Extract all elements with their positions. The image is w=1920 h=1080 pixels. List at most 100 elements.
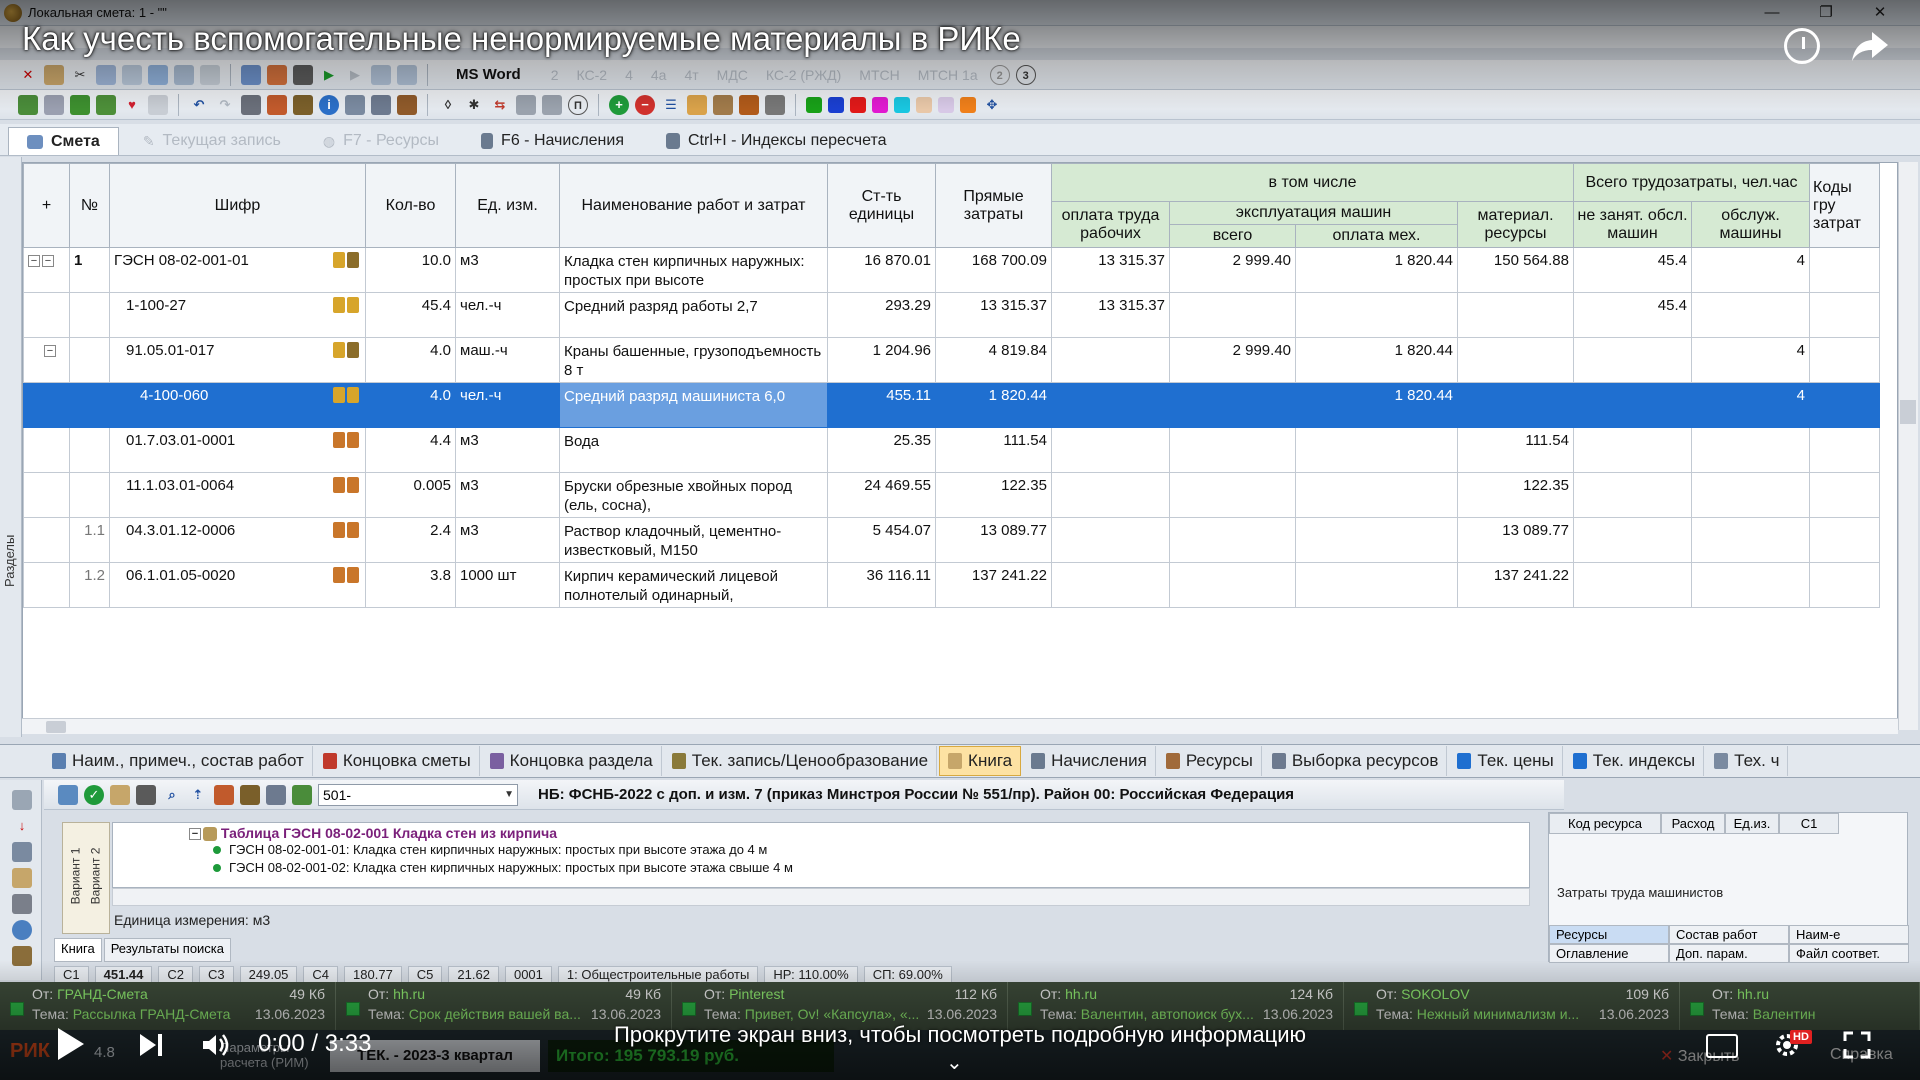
binoculars-icon[interactable] (293, 64, 313, 85)
row-expander[interactable] (23, 292, 70, 338)
col-qty[interactable]: Кол-во (365, 163, 456, 248)
row-workers-pay[interactable] (1051, 472, 1170, 518)
row-machines-total[interactable] (1169, 472, 1296, 518)
help-3-icon[interactable]: 3 (1015, 64, 1036, 85)
row-labor-service[interactable] (1691, 517, 1810, 563)
row-machines-total[interactable] (1169, 382, 1296, 428)
tools-icon[interactable] (12, 946, 32, 966)
col-unit[interactable]: Ед. изм. (455, 163, 560, 248)
col-machines-pay[interactable]: оплата мех. (1295, 224, 1458, 248)
row-machines-pay[interactable] (1295, 517, 1458, 563)
undo-icon[interactable]: ↶ (189, 95, 209, 115)
ks2-button[interactable]: КС-2 (571, 67, 614, 83)
row-labor-service[interactable] (1691, 472, 1810, 518)
row-labor-free[interactable]: 45.4 (1573, 247, 1692, 293)
eraser-icon[interactable] (44, 94, 64, 115)
row-labor-free[interactable] (1573, 517, 1692, 563)
ms-word-button[interactable]: MS Word (438, 66, 539, 83)
row-labor-service[interactable]: 4 (1691, 382, 1810, 428)
export-icon[interactable] (200, 64, 220, 85)
row-code[interactable]: 06.1.01.05-0020 (109, 562, 366, 608)
tab-book[interactable]: Книга (54, 938, 102, 962)
arrow-down-icon[interactable]: ↓ (12, 816, 32, 836)
stamp-icon[interactable] (516, 94, 536, 115)
tree-item[interactable]: ГЭСН 08-02-001-02: Кладка стен кирпичных… (189, 859, 1529, 877)
row-unit[interactable]: чел.-ч (455, 292, 560, 338)
tab-accruals[interactable]: F6 - Начисления (463, 127, 642, 155)
row-materials[interactable] (1457, 382, 1574, 428)
col-plus[interactable]: + (23, 163, 70, 248)
bottom-tab-1[interactable]: Концовка сметы (315, 746, 480, 776)
form-4-button[interactable]: 4 (619, 67, 639, 83)
hammer-icon[interactable] (739, 94, 759, 115)
tab-search-results[interactable]: Результаты поиска (103, 938, 232, 962)
add-row-icon[interactable]: + (609, 94, 629, 115)
row-code[interactable]: 11.1.03.01-0064 (109, 472, 366, 518)
eraser-icon[interactable] (12, 868, 32, 888)
mail-check-icon[interactable] (1354, 1002, 1368, 1016)
mail-check-icon[interactable] (346, 1002, 360, 1016)
book-icon[interactable] (12, 842, 32, 862)
row-direct[interactable]: 168 700.09 (935, 247, 1052, 293)
grid-vertical-scrollbar[interactable] (1898, 162, 1918, 730)
color-green-icon[interactable] (806, 96, 822, 113)
row-materials[interactable]: 13 089.77 (1457, 517, 1574, 563)
col-machines-total[interactable]: всего (1169, 224, 1296, 248)
bottom-tab-9[interactable]: Тек. индексы (1565, 746, 1705, 776)
table-row[interactable]: 01.7.03.01-0001 4.4 м3 Вода 25.35 111.54 111.5… (23, 427, 1880, 473)
watch-later-icon[interactable] (1784, 28, 1820, 64)
tab-mapping-file[interactable]: Файл соответ. (1789, 944, 1909, 963)
paste-icon[interactable] (122, 64, 142, 85)
row-unit-cost[interactable]: 25.35 (827, 427, 936, 473)
row-machines-pay[interactable] (1295, 427, 1458, 473)
row-labor-free[interactable] (1573, 472, 1692, 518)
tab-work-composition[interactable]: Состав работ (1669, 925, 1789, 944)
globe-icon[interactable] (12, 920, 32, 940)
volume-icon[interactable] (200, 1030, 230, 1060)
bottom-tab-10[interactable]: Тех. ч (1706, 746, 1789, 776)
row-workers-pay[interactable] (1051, 337, 1170, 383)
row-machines-pay[interactable]: 1 820.44 (1295, 382, 1458, 428)
eraser-icon[interactable] (110, 784, 130, 805)
table-row[interactable]: − 91.05.01-017 4.0 маш.-ч Краны башенные, гр… (23, 337, 1880, 383)
row-unit[interactable]: м3 (455, 517, 560, 563)
row-name[interactable]: Вода (559, 427, 828, 473)
grid-horizontal-scrollbar[interactable] (22, 718, 1898, 734)
row-code[interactable]: 4-100-060 (109, 382, 366, 428)
tab-contents[interactable]: Оглавление (1549, 944, 1669, 963)
calculator-icon[interactable] (345, 94, 365, 115)
col-num[interactable]: № (69, 163, 110, 248)
form-2-button[interactable]: 2 (545, 67, 565, 83)
search-icon[interactable]: ⌕ (162, 785, 182, 805)
row-machines-total[interactable] (1169, 517, 1296, 563)
row-expander[interactable] (23, 562, 70, 608)
pin-icon[interactable]: ◊ (438, 95, 458, 115)
move-icon[interactable] (241, 64, 261, 85)
col-unit[interactable]: Ед.из. (1725, 813, 1779, 834)
mds-button[interactable]: МДС (711, 67, 754, 83)
run-icon[interactable]: ▶ (319, 65, 339, 85)
norm-code-combo[interactable]: 501- (318, 783, 518, 806)
table-row[interactable]: 1.1 04.3.01.12-0006 2.4 м3 Раствор кладочный… (23, 517, 1880, 563)
row-labor-service[interactable] (1691, 292, 1810, 338)
table-row[interactable]: 4-100-060 4.0 чел.-ч Средний разряд машинис… (23, 382, 1880, 428)
play-icon[interactable] (58, 1028, 84, 1060)
col-direct[interactable]: Прямые затраты (935, 163, 1052, 248)
col-unit-cost[interactable]: Ст-ть единицы (827, 163, 936, 248)
color-magenta-icon[interactable] (872, 96, 888, 113)
row-unit[interactable]: м3 (455, 427, 560, 473)
row-unit[interactable]: маш.-ч (455, 337, 560, 383)
doc-icon[interactable] (12, 790, 32, 810)
cube-icon[interactable] (58, 784, 78, 805)
subtitles-icon[interactable] (1706, 1034, 1738, 1058)
row-direct[interactable]: 13 315.37 (935, 292, 1052, 338)
collapse-icon[interactable]: − (42, 255, 54, 268)
tools-icon[interactable] (397, 94, 417, 115)
row-expander[interactable] (23, 517, 70, 563)
delete-icon[interactable]: ✕ (18, 65, 38, 85)
row-workers-pay[interactable] (1051, 382, 1170, 428)
row-machines-total[interactable] (1169, 562, 1296, 608)
calculator-icon[interactable] (12, 894, 32, 914)
row-qty[interactable]: 3.8 (365, 562, 456, 608)
row-name[interactable]: Раствор кладочный, цементно-известковый,… (559, 517, 828, 563)
